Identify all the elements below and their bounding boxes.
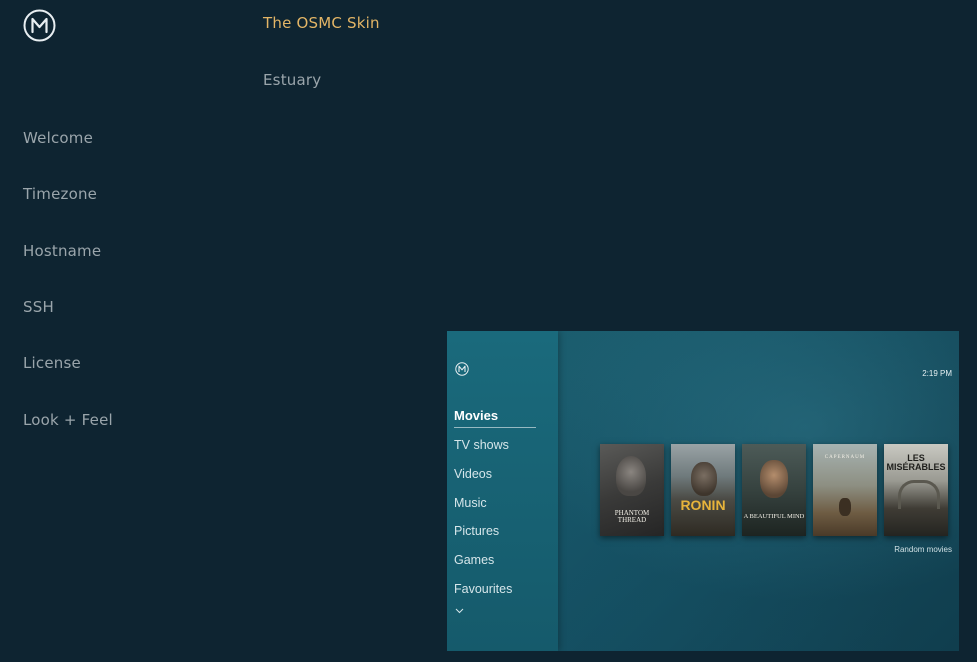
preview-sidebar: Movies TV shows Videos Music Pictures Ga… [447, 331, 558, 651]
nav-item-ssh[interactable]: SSH [23, 298, 54, 316]
preview-menu-favourites: Favourites [454, 582, 513, 596]
preview-menu-music: Music [454, 496, 487, 510]
nav-item-welcome[interactable]: Welcome [23, 129, 93, 147]
preview-menu-pictures: Pictures [454, 524, 500, 538]
preview-menu-movies: Movies [454, 408, 499, 423]
preview-menu-videos: Videos [454, 467, 492, 481]
osmc-setup-screen: Welcome Timezone Hostname SSH License Lo… [0, 0, 977, 662]
poster-a-beautiful-mind: A BEAUTIFUL MIND [742, 444, 806, 536]
nav-item-look-feel[interactable]: Look + Feel [23, 411, 113, 429]
skin-option-osmc[interactable]: The OSMC Skin [263, 14, 380, 32]
preview-menu-games: Games [454, 553, 495, 567]
preview-clock: 2:19 PM [922, 369, 952, 378]
nav-item-hostname[interactable]: Hostname [23, 242, 101, 260]
skin-option-estuary[interactable]: Estuary [263, 71, 321, 89]
skin-preview-image: Movies TV shows Videos Music Pictures Ga… [447, 331, 959, 651]
preview-menu-underline [454, 427, 536, 428]
preview-caption: Random movies [894, 545, 952, 554]
chevron-down-icon [455, 608, 464, 614]
preview-osmc-logo-icon [455, 362, 469, 376]
nav-item-timezone[interactable]: Timezone [23, 185, 97, 203]
poster-phantom-thread: PHANTOM THREAD [600, 444, 664, 536]
poster-ronin: RONIN [671, 444, 735, 536]
preview-menu-tv-shows: TV shows [454, 438, 509, 452]
osmc-logo-icon [23, 9, 56, 42]
poster-les-miserables: LES MISÉRABLES [884, 444, 948, 536]
nav-item-license[interactable]: License [23, 354, 81, 372]
poster-capernaum: CAPERNAUM [813, 444, 877, 536]
